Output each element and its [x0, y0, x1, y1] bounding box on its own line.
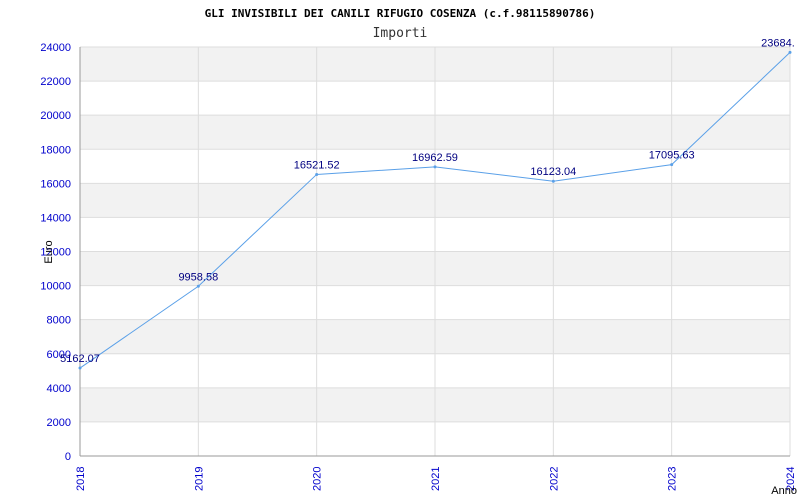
- chart-subtitle: Importi: [373, 26, 428, 41]
- data-label: 9958.58: [178, 271, 218, 283]
- data-point: [78, 366, 82, 370]
- x-tick-label: 2018: [75, 467, 87, 491]
- data-label: 16521.52: [294, 159, 340, 171]
- chart-title: GLI INVISIBILI DEI CANILI RIFUGIO COSENZ…: [205, 7, 596, 20]
- y-axis-title: Euro: [43, 240, 55, 263]
- x-axis-ticks: 2018 2019 2020 2021 2022 2023 2024: [75, 467, 797, 491]
- x-tick-label: 2022: [548, 467, 560, 491]
- y-tick-label: 18000: [40, 144, 71, 156]
- y-tick-label: 4000: [47, 383, 71, 395]
- x-axis-title: Anno: [771, 485, 797, 497]
- y-tick-label: 0: [65, 451, 71, 463]
- y-tick-label: 24000: [40, 42, 71, 54]
- y-tick-label: 22000: [40, 76, 71, 88]
- y-tick-label: 8000: [47, 315, 71, 327]
- data-point: [788, 50, 792, 54]
- x-tick-label: 2019: [193, 467, 205, 491]
- y-tick-label: 10000: [40, 281, 71, 293]
- data-label: 16123.04: [530, 166, 576, 178]
- data-label: 16962.59: [412, 152, 458, 164]
- data-point: [433, 165, 437, 169]
- data-point: [670, 163, 674, 167]
- data-label: 23684.: [761, 37, 795, 49]
- y-tick-label: 14000: [40, 212, 71, 224]
- x-tick-label: 2020: [312, 467, 324, 491]
- y-tick-label: 2000: [47, 417, 71, 429]
- data-point: [315, 172, 319, 176]
- line-chart: GLI INVISIBILI DEI CANILI RIFUGIO COSENZ…: [40, 7, 797, 497]
- data-point: [551, 179, 555, 183]
- x-tick-label: 2021: [430, 467, 442, 491]
- data-point: [196, 284, 200, 288]
- x-tick-label: 2023: [667, 467, 679, 491]
- y-tick-label: 16000: [40, 178, 71, 190]
- y-tick-label: 20000: [40, 110, 71, 122]
- data-label: 5162.07: [60, 353, 100, 365]
- data-label: 17095.63: [649, 150, 695, 162]
